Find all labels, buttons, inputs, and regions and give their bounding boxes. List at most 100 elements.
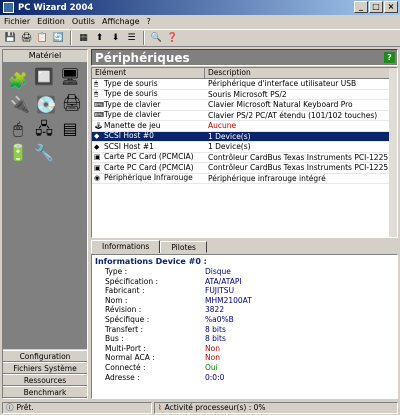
detail-key: Transfert :	[105, 324, 144, 334]
item-name: Type de souris	[104, 89, 158, 99]
left-panel: Matériel 🧩 🔲 🖥 🔌 💽 🖨 🖱 🖧 ▤ 🔋 🔧 Configura…	[2, 49, 88, 399]
list-scrollbar[interactable]	[389, 68, 397, 237]
printer-icon[interactable]: 🖨	[61, 93, 83, 113]
help-badge-icon[interactable]: ?	[384, 52, 395, 63]
detail-value: Non	[205, 353, 220, 363]
list-item[interactable]: ◆ SCSI Host #1 1 Device(s)	[92, 142, 397, 153]
copy-icon[interactable]: 📋	[36, 32, 49, 45]
display-icon[interactable]: 🖥	[59, 67, 81, 87]
detail-value: %a0%B	[205, 314, 234, 324]
arrow-up-icon[interactable]: ⬆	[93, 32, 106, 45]
list-item[interactable]: ▣ Carte PC Card (PCMCIA) Contrôleur CardBu…	[92, 152, 397, 163]
tools-icon[interactable]: 🔧	[33, 143, 55, 163]
detail-key: Fabricant :	[105, 286, 145, 296]
item-name: Carte PC Card (PCMCIA)	[104, 163, 194, 172]
item-desc: 1 Device(s)	[208, 131, 251, 141]
item-name: Type de souris	[104, 79, 158, 88]
tab-ressources[interactable]: Ressources	[3, 374, 87, 386]
list-item-selected[interactable]: ◆ SCSI Host #0 1 Device(s)	[92, 131, 397, 142]
list-item[interactable]: ⌨ Type de clavier Clavier Microsoft Natura…	[92, 100, 397, 111]
scsi-icon: ◆	[94, 142, 100, 151]
refresh-icon[interactable]: 🔄	[52, 32, 65, 45]
minimize-button[interactable]: _	[354, 1, 368, 13]
print-icon[interactable]: 🖨	[20, 32, 33, 45]
item-name: Type de clavier	[104, 110, 161, 120]
item-name: SCSI Host #0	[104, 131, 154, 141]
detail-tabs: Informations Pilotes	[91, 240, 207, 253]
help-icon[interactable]: ❓	[166, 32, 179, 45]
column-header-element[interactable]: Elément	[92, 68, 205, 78]
detail-key: Adresse :	[105, 372, 140, 382]
keyboard-icon: ⌨	[94, 100, 105, 109]
detail-value: Non	[205, 343, 220, 353]
window-title: PC Wizard 2004	[18, 2, 94, 13]
power-icon[interactable]: 🔋	[7, 143, 29, 163]
detail-value: 3822	[205, 305, 225, 315]
keyboard-icon: ⌨	[94, 111, 105, 120]
network-icon[interactable]: 🖧	[33, 119, 55, 139]
status-ready-panel: ⓘ Prêt.	[2, 402, 152, 414]
joystick-icon: 🕹	[94, 121, 103, 130]
page-title-text: Périphériques	[95, 51, 190, 65]
item-desc: Périphérique infrarouge intégré	[208, 173, 326, 183]
devices-icon[interactable]: 🖱	[7, 119, 29, 139]
detail-value: ATA/ATAPI	[205, 276, 242, 286]
item-desc: Clavier Microsoft Natural Keyboard Pro	[208, 100, 353, 109]
column-header-description[interactable]: Description	[205, 68, 391, 78]
view-icon[interactable]: ▦	[77, 32, 90, 45]
list-item[interactable]: 🖱 Type de souris Souris Microsoft PS/2	[92, 89, 397, 100]
infrared-icon: ◉	[94, 174, 101, 183]
tab-pilotes[interactable]: Pilotes	[160, 241, 207, 253]
detail-key: Bus :	[105, 334, 124, 344]
mouse-icon: 🖱	[94, 79, 99, 88]
tab-informations[interactable]: Informations	[91, 240, 161, 253]
item-name: Carte PC Card (PCMCIA)	[104, 152, 194, 162]
memory-icon[interactable]: ▤	[59, 119, 81, 139]
item-desc: Aucune	[208, 121, 237, 130]
status-bar: ⓘ Prêt. ⌇ Activité processeur(s) : 0%	[0, 401, 400, 415]
drives-icon[interactable]: 💽	[35, 95, 57, 115]
status-cpu-text: Activité processeur(s) : 0%	[164, 403, 266, 412]
status-ready-text: Prêt.	[16, 403, 34, 412]
cpu-icon[interactable]: 🔲	[33, 67, 55, 87]
motherboard-icon[interactable]: 🧩	[7, 71, 29, 91]
pcmcia-icon: ▣	[94, 153, 101, 162]
detail-value: 8 bits	[205, 334, 226, 344]
detail-key: Multi-Port :	[105, 343, 146, 353]
menu-help[interactable]: ?	[147, 17, 151, 26]
detail-value: Oui	[205, 362, 218, 372]
detail-key: Connecté :	[105, 362, 146, 372]
detail-key: Normal ACA :	[105, 353, 155, 363]
list-item[interactable]: 🖱 Type de souris Périphérique d'interface …	[92, 79, 397, 90]
status-cpu-panel: ⌇ Activité processeur(s) : 0%	[154, 402, 398, 414]
tab-configuration[interactable]: Configuration	[3, 350, 87, 362]
left-panel-header[interactable]: Matériel	[3, 50, 87, 63]
cpu-activity-icon: ⌇	[158, 403, 162, 412]
info-icon: ⓘ	[6, 403, 14, 412]
menu-outils[interactable]: Outils	[72, 17, 95, 26]
list-item[interactable]: ▣ Carte PC Card (PCMCIA) Contrôleur CardBu…	[92, 163, 397, 174]
list-item[interactable]: 🕹 Manette de jeu Aucune	[92, 121, 397, 132]
pcmcia-icon: ▣	[94, 163, 101, 172]
tab-fichiers-systeme[interactable]: Fichiers Système	[3, 362, 87, 374]
detail-value: 0:0:0	[205, 372, 225, 382]
close-button[interactable]: ×	[384, 1, 398, 13]
menu-edition[interactable]: Edition	[37, 17, 65, 26]
list-icon[interactable]: ☰	[125, 32, 138, 45]
item-name: Périphérique Infrarouge	[104, 173, 193, 183]
item-desc: Souris Microsoft PS/2	[208, 89, 287, 99]
app-icon	[3, 2, 14, 13]
search-icon[interactable]: 🔍	[150, 32, 163, 45]
item-name: Type de clavier	[104, 100, 161, 109]
ports-icon[interactable]: 🔌	[9, 95, 31, 115]
menu-fichier[interactable]: Fichier	[4, 17, 30, 26]
save-icon[interactable]: 💾	[4, 32, 17, 45]
hardware-icon-grid: 🧩 🔲 🖥 🔌 💽 🖨 🖱 🖧 ▤ 🔋 🔧	[3, 63, 87, 349]
item-desc: Contrôleur CardBus Texas Instruments PCI…	[208, 163, 389, 172]
maximize-button[interactable]: □	[369, 1, 383, 13]
list-item[interactable]: ⌨ Type de clavier Clavier PS/2 PC/AT étend…	[92, 110, 397, 121]
arrow-down-icon[interactable]: ⬇	[109, 32, 122, 45]
list-item[interactable]: ◉ Périphérique Infrarouge Périphérique inf…	[92, 173, 397, 184]
menu-affichage[interactable]: Affichage	[102, 17, 140, 26]
tab-benchmark[interactable]: Benchmark	[3, 386, 87, 398]
